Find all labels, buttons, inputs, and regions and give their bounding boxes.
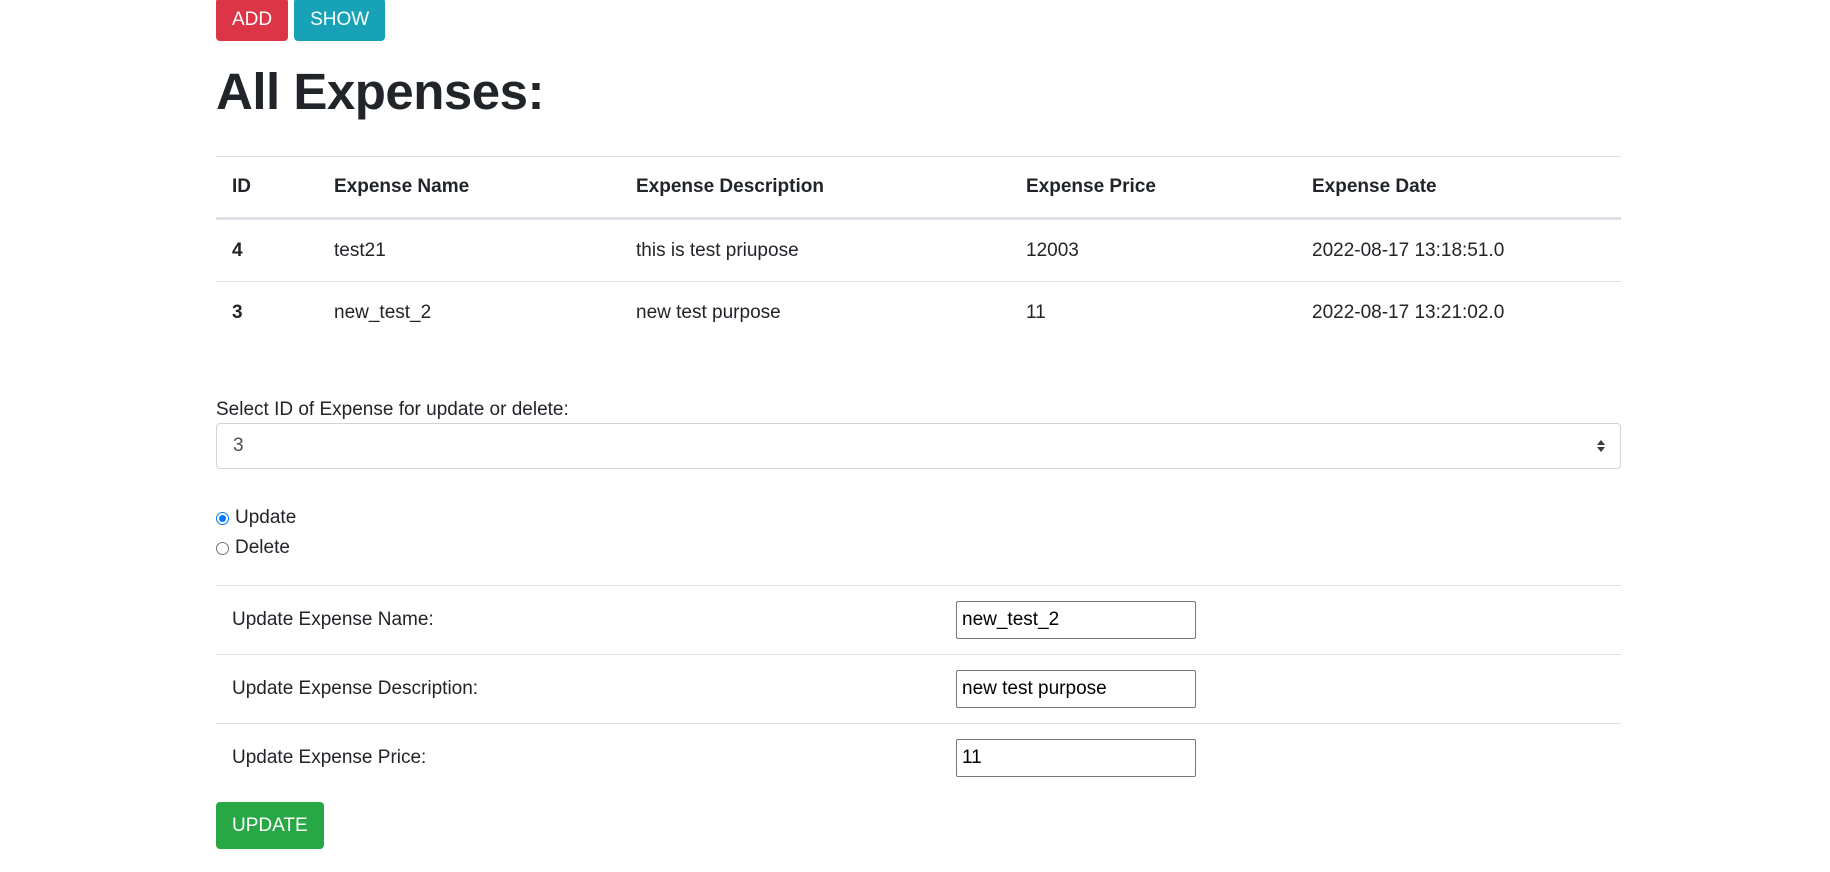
cell-price: 11 <box>1026 301 1046 323</box>
cell-id: 3 <box>232 301 243 323</box>
expenses-table: ID Expense Name Expense Description Expe… <box>216 156 1621 343</box>
main-container: ADD SHOW All Expenses: ID Expense Name E… <box>216 0 1621 849</box>
column-header-id: ID <box>216 156 318 220</box>
delete-radio-label[interactable]: Delete <box>235 537 290 559</box>
select-label: Select ID of Expense for update or delet… <box>216 399 569 420</box>
sort-arrows-icon <box>1597 440 1605 452</box>
description-label: Update Expense Description: <box>216 654 956 724</box>
update-radio-option[interactable]: Update <box>216 503 1621 533</box>
update-button[interactable]: UPDATE <box>216 802 324 849</box>
cell-date: 2022-08-17 13:18:51.0 <box>1296 218 1621 282</box>
cell-description: new test purpose <box>636 301 781 323</box>
cell-id: 4 <box>216 218 318 282</box>
form-row-name: Update Expense Name: <box>216 585 1621 655</box>
cell-name: test21 <box>318 218 620 282</box>
column-header-description: Expense Description <box>620 156 1010 220</box>
expense-description-input[interactable] <box>956 670 1196 708</box>
update-form: Update Expense Name: Update Expense Desc… <box>216 585 1621 792</box>
expense-price-input[interactable] <box>956 739 1196 777</box>
cell-name: new_test_2 <box>334 301 432 323</box>
action-radio-group: Update Delete <box>216 503 1621 563</box>
delete-radio[interactable] <box>216 541 229 555</box>
column-header-price: Expense Price <box>1010 156 1296 220</box>
table-row: 4 test21 this is test priupose 12003 202… <box>216 218 1621 282</box>
update-radio[interactable] <box>216 511 229 525</box>
price-label: Update Expense Price: <box>216 723 956 792</box>
update-radio-label[interactable]: Update <box>235 507 296 529</box>
cell-description: this is test priupose <box>620 218 1010 282</box>
form-row-description: Update Expense Description: <box>216 654 1621 724</box>
cell-date: 2022-08-17 13:21:02.0 <box>1312 301 1505 323</box>
expense-name-input[interactable] <box>956 601 1196 639</box>
select-value: 3 <box>233 435 244 456</box>
update-button-wrap: UPDATE <box>216 802 1621 849</box>
table-header-row: ID Expense Name Expense Description Expe… <box>216 156 1621 220</box>
add-button[interactable]: ADD <box>216 0 289 41</box>
page-title: All Expenses: <box>216 63 544 120</box>
name-label: Update Expense Name: <box>216 585 956 655</box>
toolbar: ADD SHOW <box>216 0 1621 41</box>
form-row-price: Update Expense Price: <box>216 723 1621 792</box>
expense-id-select[interactable]: 3 <box>216 423 1621 469</box>
delete-radio-option[interactable]: Delete <box>216 533 1621 563</box>
show-button[interactable]: SHOW <box>294 0 386 41</box>
column-header-date: Expense Date <box>1296 156 1621 220</box>
table-row: 3 new_test_2 new test purpose 11 2022-08… <box>216 282 1621 344</box>
column-header-name: Expense Name <box>318 156 620 220</box>
cell-price: 12003 <box>1010 218 1296 282</box>
